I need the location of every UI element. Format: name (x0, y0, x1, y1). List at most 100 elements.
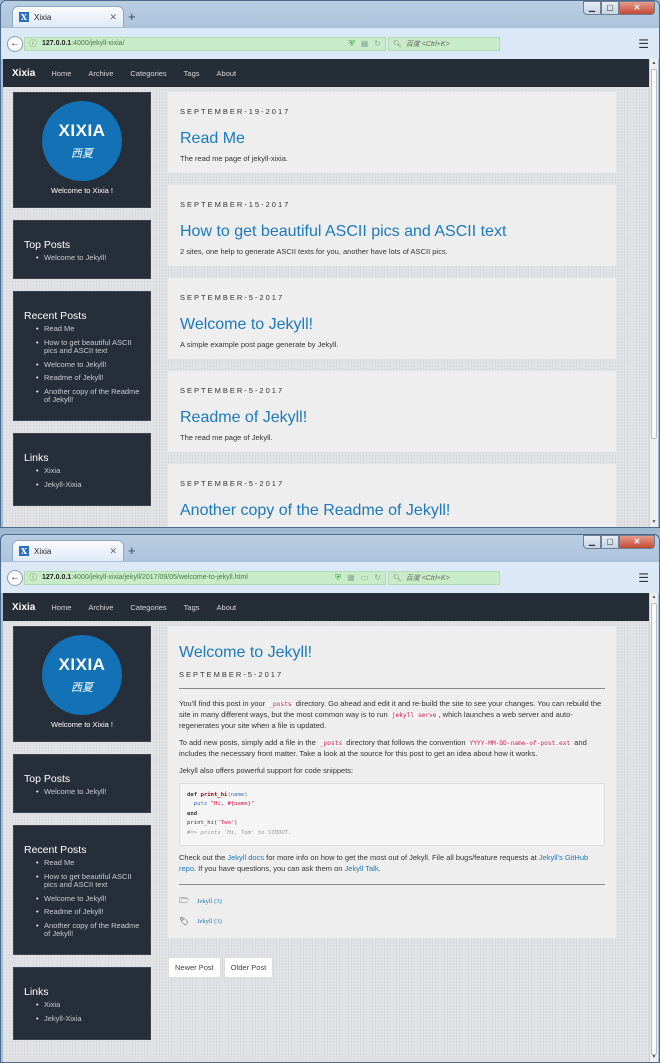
older-post-button[interactable]: Older Post (223, 956, 274, 978)
external-link[interactable]: Jekyll-Xixia (36, 480, 140, 489)
info-icon[interactable]: ⓘ (29, 38, 37, 49)
title-bar: X Xixia ✕ + ▁ ▢ ✕ (1, 535, 659, 561)
tag-row: 🏷︎ Jekyll (3) (179, 917, 605, 926)
scroll-up-icon[interactable]: ▲ (650, 59, 658, 68)
external-link[interactable]: Jekyll-Xixia (36, 1014, 140, 1023)
post-title-link[interactable]: Another copy of the Readme of Jekyll! (180, 502, 604, 520)
nav-categories[interactable]: Categories (130, 69, 166, 78)
maximize-button[interactable]: ▢ (601, 1, 619, 15)
hamburger-menu-icon[interactable]: ☰ (638, 37, 649, 51)
address-bar[interactable]: ⓘ 127.0.0.1:4000/jekyll-xixia/jekyll/201… (24, 570, 386, 585)
post-title-link[interactable]: Welcome to Jekyll! (180, 316, 604, 334)
recent-post-link[interactable]: Readme of Jekyll! (36, 374, 140, 382)
recent-post-link[interactable]: How to get beautiful ASCII pics and ASCI… (36, 872, 140, 889)
sidebar: XIXIA 西夏 Welcome to Xixia ! Top Posts We… (13, 92, 151, 518)
external-link[interactable]: Xixia (36, 1001, 140, 1009)
nav-home[interactable]: Home (51, 603, 71, 612)
nav-about[interactable]: About (217, 69, 237, 78)
site-brand[interactable]: Xixia (12, 602, 35, 613)
scroll-up-icon[interactable]: ▲ (650, 593, 658, 602)
post-title-link[interactable]: Read Me (180, 130, 604, 148)
site-brand[interactable]: Xixia (12, 68, 35, 79)
scroll-thumb[interactable] (651, 603, 657, 1055)
close-tab-icon[interactable]: ✕ (109, 12, 117, 23)
shield-icon[interactable]: ⛨ (335, 573, 341, 583)
scroll-down-icon[interactable]: ▼ (650, 1053, 658, 1062)
close-window-button[interactable]: ✕ (619, 535, 655, 549)
recent-post-link[interactable]: Read Me (36, 858, 140, 867)
reload-icon[interactable]: ↻ (374, 39, 381, 49)
close-window-button[interactable]: ✕ (619, 1, 655, 15)
nav-home[interactable]: Home (51, 69, 71, 78)
new-tab-button[interactable]: + (128, 543, 136, 558)
post-title-link[interactable]: Readme of Jekyll! (180, 409, 604, 427)
nav-archive[interactable]: Archive (88, 69, 113, 78)
vertical-scrollbar[interactable]: ▲ ▼ (649, 59, 658, 527)
search-input[interactable]: 🔍︎ 百度 <Ctrl+K> (388, 570, 500, 585)
recent-post-link[interactable]: Another copy of the Readme of Jekyll! (36, 388, 140, 404)
nav-about[interactable]: About (217, 603, 237, 612)
url-path: :4000/jekyll-xixia/jekyll/2017/09/05/wel… (71, 574, 248, 581)
back-button[interactable]: ← (7, 35, 23, 52)
reader-view-icon[interactable]: ▭ (361, 573, 369, 583)
page-viewport: Xixia Home Archive Categories Tags About… (3, 593, 649, 1062)
category-link[interactable]: Jekyll (3) (197, 898, 222, 905)
browser-tab[interactable]: X Xixia ✕ (12, 540, 124, 561)
site-logo[interactable]: XIXIA 西夏 (42, 635, 122, 715)
address-bar[interactable]: ⓘ 127.0.0.1:4000/jekyll-xixia/ ⛨ ▦ ↻ (24, 36, 386, 51)
shield-icon[interactable]: ⛨ (349, 39, 355, 49)
qr-code-icon[interactable]: ▦ (361, 39, 369, 49)
site-logo[interactable]: XIXIA 西夏 (42, 101, 122, 181)
site-navbar: Xixia Home Archive Categories Tags About (3, 593, 649, 621)
jekyll-docs-link[interactable]: Jekyll docs (227, 853, 264, 862)
top-post-link[interactable]: Welcome to Jekyll! (36, 788, 140, 796)
search-icon: 🔍︎ (393, 40, 402, 48)
recent-post-link[interactable]: Another copy of the Readme of Jekyll! (36, 922, 140, 938)
recent-post-link[interactable]: Read Me (36, 324, 140, 333)
minimize-button[interactable]: ▁ (583, 535, 601, 549)
top-post-link[interactable]: Welcome to Jekyll! (36, 254, 140, 262)
category-row: 🗁 Jekyll (3) (179, 895, 605, 909)
browser-tab[interactable]: X Xixia ✕ (12, 6, 124, 27)
nav-tags[interactable]: Tags (184, 603, 200, 612)
recent-post-link[interactable]: How to get beautiful ASCII pics and ASCI… (36, 338, 140, 355)
qr-code-icon[interactable]: ▦ (347, 573, 355, 583)
post-date: SEPTEMBER-15-2017 (180, 200, 291, 209)
favicon-icon: X (19, 546, 29, 556)
logo-card: XIXIA 西夏 Welcome to Xixia ! (13, 92, 151, 208)
recent-post-link[interactable]: Welcome to Jekyll! (36, 360, 140, 369)
maximize-button[interactable]: ▢ (601, 535, 619, 549)
vertical-scrollbar[interactable]: ▲ ▼ (649, 593, 658, 1062)
scroll-thumb[interactable] (651, 69, 657, 439)
minimize-button[interactable]: ▁ (583, 1, 601, 15)
recent-post-link[interactable]: Readme of Jekyll! (36, 908, 140, 916)
nav-categories[interactable]: Categories (130, 603, 166, 612)
favicon-icon: X (19, 12, 29, 22)
jekyll-talk-link[interactable]: Jekyll Talk (345, 864, 379, 873)
reload-icon[interactable]: ↻ (374, 573, 381, 583)
url-host: 127.0.0.1 (42, 574, 72, 581)
external-link[interactable]: Xixia (36, 467, 140, 475)
inline-code: _posts (317, 739, 345, 747)
info-icon[interactable]: ⓘ (29, 572, 37, 583)
top-posts-widget: Top Posts Welcome to Jekyll! (13, 754, 151, 813)
search-input[interactable]: 🔍︎ 百度 <Ctrl+K> (388, 36, 500, 51)
close-tab-icon[interactable]: ✕ (109, 546, 117, 557)
article-date: SEPTEMBER-5-2017 (179, 670, 284, 679)
nav-archive[interactable]: Archive (88, 603, 113, 612)
back-button[interactable]: ← (7, 569, 23, 586)
post-excerpt: The read me page of Jekyll. (180, 433, 273, 442)
inline-code: jekyll serve (389, 711, 439, 719)
post-title-link[interactable]: How to get beautiful ASCII pics and ASCI… (180, 223, 604, 241)
scroll-down-icon[interactable]: ▼ (650, 518, 658, 527)
newer-post-button[interactable]: Newer Post (168, 956, 221, 978)
nav-tags[interactable]: Tags (184, 69, 200, 78)
search-placeholder: 百度 <Ctrl+K> (405, 574, 450, 582)
post-excerpt: A simple example post page generate by J… (180, 340, 339, 349)
recent-post-link[interactable]: Welcome to Jekyll! (36, 894, 140, 903)
tag-link[interactable]: Jekyll (3) (197, 918, 222, 925)
widget-title: Recent Posts (24, 309, 87, 322)
hamburger-menu-icon[interactable]: ☰ (638, 571, 649, 585)
title-bar: X Xixia ✕ + ▁ ▢ ✕ (1, 1, 659, 27)
new-tab-button[interactable]: + (128, 9, 136, 24)
